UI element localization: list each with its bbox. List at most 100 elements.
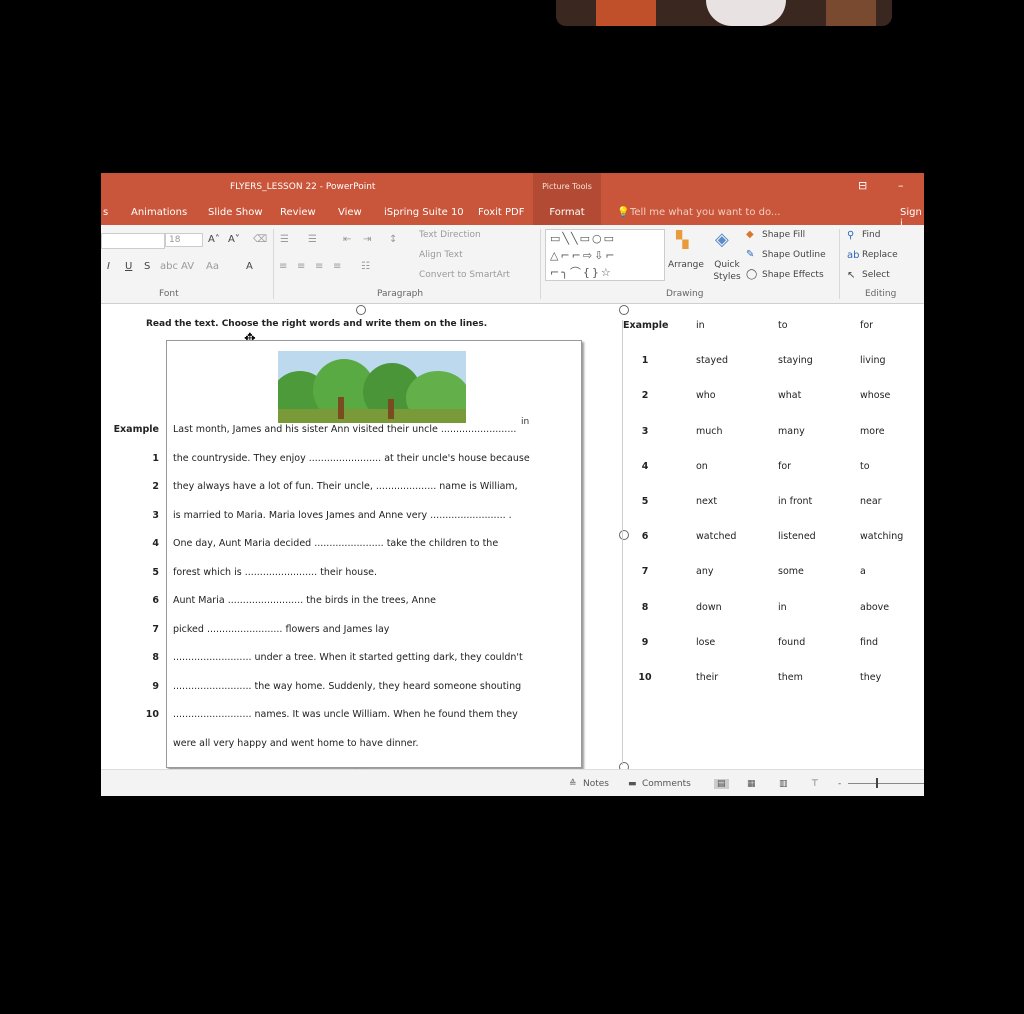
- group-divider: [540, 229, 541, 299]
- shrink-font-icon[interactable]: A˅: [228, 234, 240, 245]
- bullets-icon[interactable]: ☰: [280, 234, 289, 245]
- decrease-indent-icon[interactable]: ⇤: [343, 234, 351, 245]
- char-spacing-icon[interactable]: AV: [181, 261, 194, 272]
- group-divider: [273, 229, 274, 299]
- story-line: 1 the countryside. They enjoy ...........…: [101, 453, 591, 473]
- tab-ispring[interactable]: iSpring Suite 10: [384, 207, 464, 218]
- numbering-icon[interactable]: ☰: [308, 234, 317, 245]
- slide-sorter-icon[interactable]: ▦: [747, 779, 756, 789]
- tab-review[interactable]: Review: [280, 207, 316, 218]
- option-word: down: [696, 601, 722, 613]
- strikethrough-icon[interactable]: abc: [160, 261, 178, 272]
- quick-styles-button[interactable]: Quick Styles: [712, 259, 742, 283]
- group-divider: [839, 229, 840, 299]
- align-right-icon[interactable]: ≡: [315, 261, 323, 272]
- underline-icon[interactable]: U: [125, 261, 132, 272]
- story-line: 8 .......................... under a tree…: [101, 652, 591, 672]
- italic-icon[interactable]: I: [107, 261, 110, 272]
- option-word: to: [860, 460, 870, 472]
- slideshow-icon[interactable]: ⊤: [811, 779, 819, 789]
- option-number: 4: [641, 460, 649, 472]
- story-line: 7 picked ......................... flower…: [101, 624, 591, 644]
- option-row: 7 any some a: [623, 566, 924, 586]
- normal-view-icon[interactable]: ▤: [714, 779, 729, 789]
- tab-transitions[interactable]: s: [103, 207, 108, 218]
- shape-fill-button[interactable]: Shape Fill: [762, 230, 805, 240]
- notes-button[interactable]: Notes: [583, 779, 609, 789]
- word-options-panel: Example in to for 1 stayed staying living 2 who wh…: [622, 320, 924, 765]
- tab-animations[interactable]: Animations: [131, 207, 187, 218]
- font-size-box[interactable]: 18: [165, 233, 203, 247]
- quick-styles-icon: ◈: [715, 229, 729, 250]
- font-color-icon[interactable]: A: [246, 261, 253, 272]
- restore-icon[interactable]: ⊟: [858, 179, 867, 192]
- option-number: 7: [641, 566, 649, 578]
- text-direction-button[interactable]: Text Direction: [419, 230, 481, 240]
- arrange-button[interactable]: Arrange: [668, 260, 704, 270]
- shape-outline-button[interactable]: Shape Outline: [762, 250, 826, 260]
- reading-view-icon[interactable]: ▥: [779, 779, 788, 789]
- shadow-icon[interactable]: S: [144, 261, 150, 272]
- option-number: 5: [641, 496, 649, 507]
- comments-button[interactable]: Comments: [642, 779, 691, 789]
- option-word: who: [696, 390, 716, 402]
- find-button[interactable]: Find: [862, 230, 880, 240]
- option-word: listened: [778, 531, 816, 543]
- tab-slide-show[interactable]: Slide Show: [208, 207, 263, 218]
- tab-format[interactable]: Format: [533, 201, 601, 225]
- line-text: they always have a lot of fun. Their unc…: [173, 481, 518, 492]
- increase-indent-icon[interactable]: ⇥: [363, 234, 371, 245]
- line-text: Last month, James and his sister Ann vis…: [173, 424, 517, 435]
- line-number: 6: [152, 595, 159, 606]
- font-group-label: Font: [159, 289, 179, 299]
- line-spacing-icon[interactable]: ↕: [389, 234, 397, 245]
- shape-effects-icon: ◯: [746, 269, 758, 280]
- resize-handle[interactable]: [356, 305, 366, 315]
- justify-icon[interactable]: ≡: [333, 261, 341, 272]
- trunk-shape: [338, 397, 344, 419]
- columns-icon[interactable]: ☷: [361, 261, 370, 272]
- replace-button[interactable]: Replace: [862, 250, 898, 260]
- option-word: a: [860, 566, 866, 578]
- option-word: some: [778, 566, 804, 578]
- zoom-slider[interactable]: [848, 783, 924, 784]
- clear-format-icon[interactable]: ⌫: [253, 234, 267, 245]
- option-word: stayed: [696, 355, 728, 367]
- tab-foxit-pdf[interactable]: Foxit PDF: [478, 207, 524, 218]
- zoom-out-icon[interactable]: -: [838, 779, 841, 789]
- grow-font-icon[interactable]: A˄: [208, 234, 220, 245]
- align-center-icon[interactable]: ≡: [297, 261, 305, 272]
- align-left-icon[interactable]: ≡: [279, 261, 287, 272]
- shapes-gallery[interactable]: ▭╲╲▭○▭ △⌐⌐⇨⇩⌐ ⌐╮⌒{}☆: [545, 229, 665, 281]
- line-number: 7: [152, 623, 159, 635]
- story-line: 4 One day, Aunt Maria decided ...........…: [101, 538, 591, 558]
- change-case-icon[interactable]: Aa: [206, 261, 219, 272]
- align-text-button[interactable]: Align Text: [419, 250, 463, 260]
- option-word: in: [696, 320, 705, 331]
- select-button[interactable]: Select: [862, 270, 890, 280]
- line-text: Aunt Maria ......................... the…: [173, 595, 436, 606]
- option-word: found: [778, 636, 806, 648]
- tell-me-box[interactable]: Tell me what you want to do...: [630, 207, 780, 218]
- resize-handle[interactable]: [619, 305, 629, 315]
- option-row: 6 watched listened watching: [623, 531, 924, 551]
- option-word: above: [860, 601, 890, 613]
- zoom-slider-thumb[interactable]: [876, 778, 878, 788]
- forest-picture: [278, 351, 466, 423]
- convert-smartart-button[interactable]: Convert to SmartArt: [419, 270, 510, 280]
- slide-canvas[interactable]: Read the text. Choose the right words an…: [101, 304, 924, 772]
- ground-shape: [278, 409, 466, 423]
- font-name-box[interactable]: [101, 233, 165, 249]
- story-line: 6 Aunt Maria ......................... th…: [101, 595, 591, 615]
- powerpoint-window: FLYERS_LESSON 22 - PowerPoint Picture To…: [101, 173, 924, 796]
- shape-effects-button[interactable]: Shape Effects: [762, 270, 824, 280]
- tab-view[interactable]: View: [338, 207, 362, 218]
- option-row: 8 down in above: [623, 602, 924, 622]
- arrange-icon: ▚: [676, 230, 689, 249]
- minimize-button[interactable]: –: [898, 179, 904, 192]
- replace-icon: ab: [847, 250, 860, 261]
- option-word: staying: [778, 355, 813, 367]
- option-word: for: [778, 460, 792, 472]
- option-word: their: [696, 672, 719, 683]
- option-word: in front: [778, 496, 813, 507]
